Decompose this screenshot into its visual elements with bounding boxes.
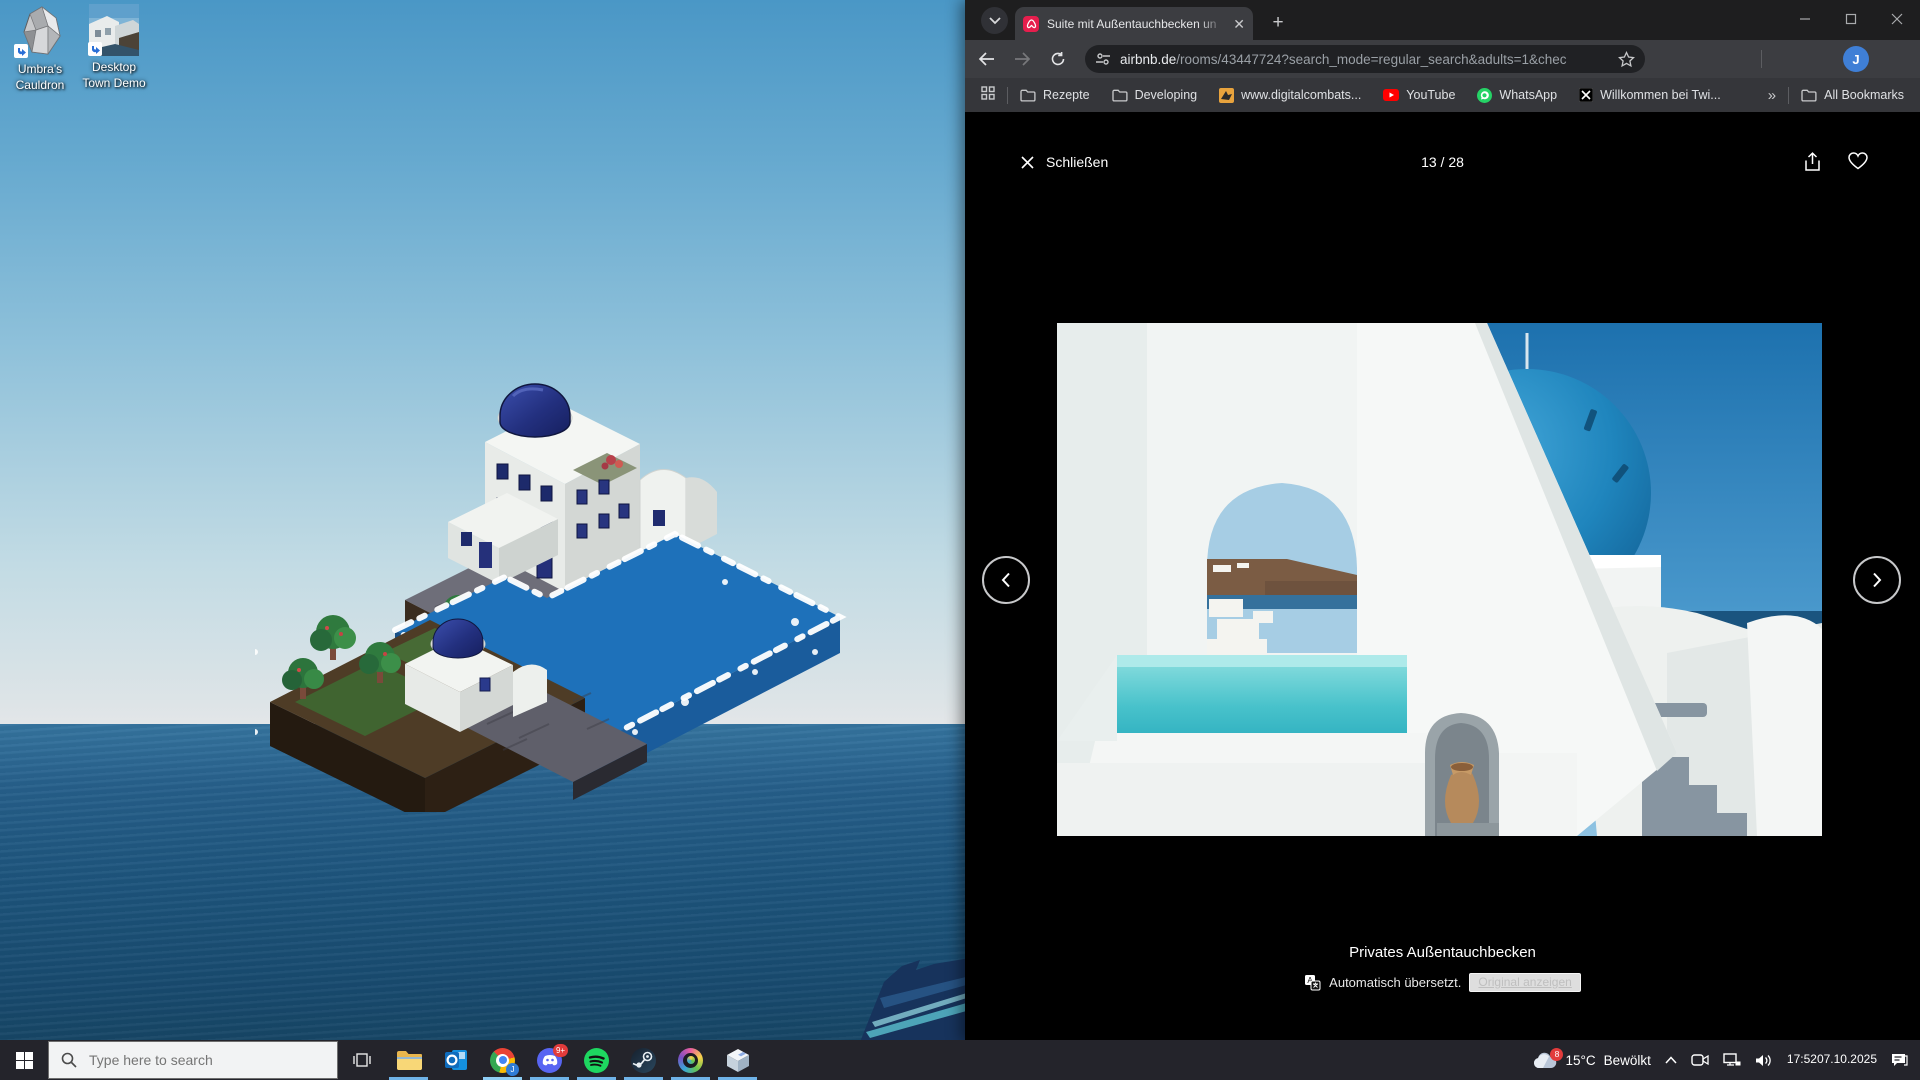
bookmarks-separator <box>1788 87 1789 104</box>
close-button[interactable] <box>1874 0 1920 38</box>
browser-window: Suite mit Außentauchbecken un ✕ + <box>965 0 1920 1042</box>
bookmarks-bar: Rezepte Developing www.digitalcombats...… <box>965 78 1920 112</box>
back-button[interactable] <box>971 44 1001 74</box>
browser-tab[interactable]: Suite mit Außentauchbecken un ✕ <box>1015 7 1253 40</box>
weather-widget[interactable]: 8 15°C Bewölkt <box>1526 1040 1657 1080</box>
taskbar-clock[interactable]: 17:52 07.10.2025 <box>1780 1040 1884 1080</box>
forward-button[interactable] <box>1007 44 1037 74</box>
isometric-town-render <box>255 372 855 812</box>
bookmark-star-icon[interactable] <box>1618 51 1635 68</box>
toolbar-separator <box>1761 50 1762 68</box>
whatsapp-icon <box>1477 88 1492 103</box>
desktop-icon-label: DesktopTown Demo <box>76 60 152 91</box>
youtube-icon <box>1383 89 1399 101</box>
maximize-button[interactable] <box>1828 0 1874 38</box>
clock-date: 07.10.2025 <box>1817 1052 1877 1068</box>
taskbar: J 9+ <box>0 1040 1920 1080</box>
search-icon <box>61 1052 77 1068</box>
tray-chevron-up[interactable] <box>1658 1040 1684 1080</box>
start-button[interactable] <box>0 1040 48 1080</box>
taskbar-icon-chrome[interactable]: J <box>479 1040 526 1080</box>
all-bookmarks[interactable]: All Bookmarks <box>1801 88 1904 102</box>
shortcut-arrow-icon <box>14 44 28 58</box>
taskbar-icon-color-app[interactable] <box>667 1040 714 1080</box>
search-input[interactable] <box>87 1051 321 1069</box>
bookmark-developing[interactable]: Developing <box>1112 88 1198 102</box>
bookmark-rezepte[interactable]: Rezepte <box>1020 88 1090 102</box>
weather-condition: Bewölkt <box>1604 1053 1651 1068</box>
tab-title: Suite mit Außentauchbecken un <box>1047 17 1225 31</box>
favorite-heart-icon[interactable] <box>1848 152 1868 170</box>
bookmark-youtube[interactable]: YouTube <box>1383 88 1455 102</box>
shortcut-arrow-icon <box>88 42 102 56</box>
chrome-profile-badge: J <box>506 1063 519 1076</box>
discord-badge: 9+ <box>553 1044 568 1057</box>
photo-caption: Privates Außentauchbecken <box>965 944 1920 961</box>
action-center-icon[interactable] <box>1884 1040 1920 1080</box>
listing-photo <box>1057 323 1822 836</box>
desktop-icon-label: Umbra'sCauldron <box>2 62 78 93</box>
taskbar-icon-discord[interactable]: 9+ <box>526 1040 573 1080</box>
taskbar-icon-town-demo-cube[interactable] <box>714 1040 761 1080</box>
network-icon[interactable] <box>1716 1040 1748 1080</box>
taskbar-icon-spotify[interactable] <box>573 1040 620 1080</box>
reload-button[interactable] <box>1043 44 1073 74</box>
window-controls <box>1782 0 1920 38</box>
bookmark-whatsapp[interactable]: WhatsApp <box>1477 88 1557 103</box>
translated-note: Automatisch übersetzt. <box>1329 975 1461 990</box>
photo-gallery: 13 / 28 Schließen <box>965 112 1920 1042</box>
profile-avatar[interactable]: J <box>1843 46 1869 72</box>
address-bar[interactable]: airbnb.de/rooms/43447724?search_mode=reg… <box>1085 45 1645 73</box>
weather-badge: 8 <box>1550 1048 1563 1061</box>
taskbar-icon-file-explorer[interactable] <box>385 1040 432 1080</box>
photo-counter: 13 / 28 <box>965 154 1920 170</box>
url-text: airbnb.de/rooms/43447724?search_mode=reg… <box>1120 52 1618 67</box>
previous-photo-button[interactable] <box>982 556 1030 604</box>
minimize-button[interactable] <box>1782 0 1828 38</box>
airbnb-favicon <box>1023 16 1039 32</box>
taskbar-icon-steam[interactable] <box>620 1040 667 1080</box>
translate-icon: A <box>1304 974 1321 991</box>
show-original-link[interactable]: Original anzeigen <box>1469 973 1580 992</box>
bookmark-twitter-x[interactable]: Willkommen bei Twi... <box>1579 88 1721 102</box>
share-icon[interactable] <box>1803 152 1822 172</box>
bookmark-digitalcombats[interactable]: www.digitalcombats... <box>1219 88 1361 103</box>
desktop-icon-town-demo[interactable]: DesktopTown Demo <box>76 4 152 91</box>
translation-note-row: A Automatisch übersetzt. Original anzeig… <box>965 973 1920 992</box>
tab-strip: Suite mit Außentauchbecken un ✕ + <box>965 0 1920 40</box>
screen: Umbra'sCauldron DesktopTown Demo <box>0 0 1920 1080</box>
folder-icon <box>1020 89 1036 102</box>
bookmarks-overflow-chevron[interactable]: » <box>1768 87 1776 104</box>
system-tray: 8 15°C Bewölkt 17:52 07.10.2025 <box>1526 1040 1920 1080</box>
folder-icon <box>1801 89 1817 102</box>
volume-icon[interactable] <box>1748 1040 1780 1080</box>
wallpaper-boat <box>850 930 970 1042</box>
task-view-button[interactable] <box>338 1040 385 1080</box>
bookmarks-separator <box>1007 87 1008 104</box>
tab-search-button[interactable] <box>981 7 1008 34</box>
tab-close-icon[interactable]: ✕ <box>1233 17 1245 31</box>
browser-toolbar: airbnb.de/rooms/43447724?search_mode=reg… <box>965 40 1920 78</box>
x-icon <box>1579 88 1593 102</box>
desktop-icon-umbras-cauldron[interactable]: Umbra'sCauldron <box>2 6 78 93</box>
new-tab-button[interactable]: + <box>1265 10 1291 36</box>
taskbar-search[interactable] <box>48 1041 338 1079</box>
site-settings-icon[interactable] <box>1095 52 1111 66</box>
apps-grid-icon[interactable] <box>981 86 995 105</box>
dcs-favicon <box>1219 88 1234 103</box>
folder-icon <box>1112 89 1128 102</box>
clock-time: 17:52 <box>1787 1052 1817 1068</box>
gallery-header: 13 / 28 Schließen <box>965 140 1920 184</box>
weather-temp: 15°C <box>1565 1053 1595 1068</box>
taskbar-icon-outlook[interactable] <box>432 1040 479 1080</box>
meet-now-icon[interactable] <box>1684 1040 1716 1080</box>
next-photo-button[interactable] <box>1853 556 1901 604</box>
